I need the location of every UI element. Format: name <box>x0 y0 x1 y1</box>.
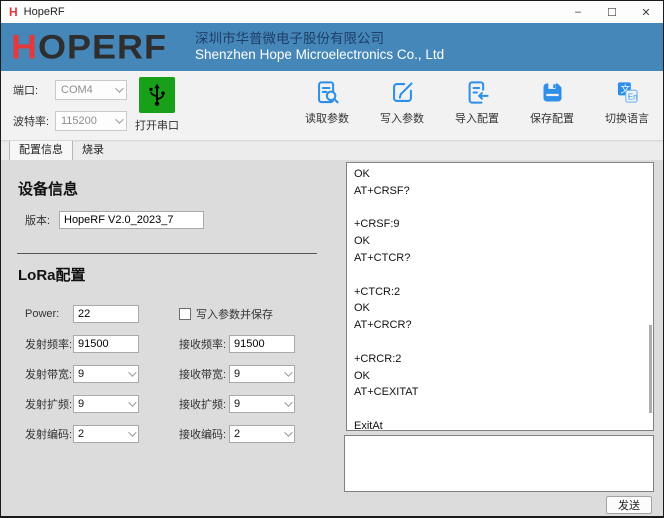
checkbox-icon[interactable] <box>179 308 191 320</box>
write-params-icon <box>372 78 432 106</box>
baud-select-value: 115200 <box>61 115 97 127</box>
spread-row: 发射扩频: 9 接收扩频: 9 <box>25 395 339 413</box>
write-and-save-label: 写入参数并保存 <box>196 306 273 322</box>
chevron-down-icon <box>284 398 292 406</box>
toolbar-actions: 读取参数 写入参数 <box>297 78 657 126</box>
rx-coding-label: 接收编码: <box>179 426 229 442</box>
chevron-down-icon <box>284 368 292 376</box>
at-command-log[interactable]: OK AT+CRSF? +CRSF:9 OK AT+CTCR? +CTCR:2 … <box>346 162 654 431</box>
tx-bandwidth-select[interactable]: 9 <box>73 365 139 383</box>
close-button[interactable]: ✕ <box>629 1 663 23</box>
rx-bandwidth-select[interactable]: 9 <box>229 365 295 383</box>
brand-header: HOPERF 深圳市华普微电子股份有限公司 Shenzhen Hope Micr… <box>1 23 663 71</box>
import-config-label: 导入配置 <box>447 110 507 126</box>
read-params-button[interactable]: 读取参数 <box>297 78 357 126</box>
save-config-label: 保存配置 <box>522 110 582 126</box>
tx-coding-value: 2 <box>78 428 84 440</box>
tx-spread-value: 9 <box>78 398 84 410</box>
write-params-label: 写入参数 <box>372 110 432 126</box>
port-select[interactable]: COM4 <box>55 80 127 100</box>
send-button[interactable]: 发送 <box>606 496 652 514</box>
tab-burn[interactable]: 烧录 <box>73 139 113 160</box>
baud-select[interactable]: 115200 <box>55 111 127 131</box>
minimize-button[interactable]: – <box>561 1 595 23</box>
chevron-down-icon <box>128 368 136 376</box>
rx-bandwidth-label: 接收带宽: <box>179 366 229 382</box>
import-config-icon <box>447 78 507 106</box>
version-label: 版本: <box>25 212 59 228</box>
usb-icon <box>139 77 175 113</box>
maximize-button[interactable]: ☐ <box>595 1 629 23</box>
chevron-down-icon <box>115 84 123 92</box>
import-config-button[interactable]: 导入配置 <box>447 78 507 126</box>
content-area: 设备信息 版本: LoRa配置 Power: 写入参数并保存 发射频率: <box>1 160 663 517</box>
tx-spread-label: 发射扩频: <box>25 396 73 412</box>
read-params-icon <box>297 78 357 106</box>
switch-language-button[interactable]: 文 En 切换语言 <box>597 78 657 126</box>
log-scrollbar[interactable] <box>649 325 652 413</box>
serial-settings-group: 端口: COM4 波特率: 115200 <box>13 80 127 142</box>
device-info-heading: 设备信息 <box>18 178 339 199</box>
rx-coding-value: 2 <box>234 428 240 440</box>
title-bar: H HopeRF – ☐ ✕ <box>1 1 663 23</box>
rx-bandwidth-value: 9 <box>234 368 240 380</box>
power-row: Power: 写入参数并保存 <box>25 305 339 323</box>
window-title: HopeRF <box>24 6 561 18</box>
bandwidth-row: 发射带宽: 9 接收带宽: 9 <box>25 365 339 383</box>
logo-letters-operf: OPERF <box>38 27 167 66</box>
chevron-down-icon <box>128 398 136 406</box>
section-divider <box>17 253 317 254</box>
power-label: Power: <box>25 308 73 320</box>
tab-bar: 配置信息 烧录 <box>1 141 663 160</box>
baud-label: 波特率: <box>13 113 55 129</box>
tx-bandwidth-label: 发射带宽: <box>25 366 73 382</box>
coding-row: 发射编码: 2 接收编码: 2 <box>25 425 339 443</box>
port-label: 端口: <box>13 82 55 98</box>
company-name-en: Shenzhen Hope Microelectronics Co., Ltd <box>195 47 444 63</box>
frequency-row: 发射频率: 接收频率: <box>25 335 339 353</box>
save-config-button[interactable]: 保存配置 <box>522 78 582 126</box>
rx-spread-value: 9 <box>234 398 240 410</box>
chevron-down-icon <box>284 428 292 436</box>
port-select-value: COM4 <box>61 84 93 96</box>
tx-coding-select[interactable]: 2 <box>73 425 139 443</box>
tx-coding-label: 发射编码: <box>25 426 73 442</box>
lora-config-heading: LoRa配置 <box>18 264 339 285</box>
tx-frequency-input[interactable] <box>73 335 139 353</box>
company-name-cn: 深圳市华普微电子股份有限公司 <box>195 31 444 47</box>
company-name-block: 深圳市华普微电子股份有限公司 Shenzhen Hope Microelectr… <box>195 31 444 63</box>
version-row: 版本: <box>25 211 339 229</box>
power-input[interactable] <box>73 305 139 323</box>
read-params-label: 读取参数 <box>297 110 357 126</box>
app-logo-icon: H <box>9 5 18 19</box>
save-config-icon <box>522 78 582 106</box>
rx-spread-label: 接收扩频: <box>179 396 229 412</box>
switch-language-label: 切换语言 <box>597 110 657 126</box>
send-input[interactable] <box>344 435 654 492</box>
chevron-down-icon <box>115 115 123 123</box>
tx-bandwidth-value: 9 <box>78 368 84 380</box>
config-panel: 设备信息 版本: LoRa配置 Power: 写入参数并保存 发射频率: <box>1 160 339 517</box>
open-serial-label: 打开串口 <box>129 117 185 133</box>
app-window: H HopeRF – ☐ ✕ HOPERF 深圳市华普微电子股份有限公司 She… <box>0 0 664 518</box>
switch-language-icon: 文 En <box>597 78 657 106</box>
tx-frequency-label: 发射频率: <box>25 336 73 352</box>
rx-coding-select[interactable]: 2 <box>229 425 295 443</box>
logo-letter-h: H <box>11 27 38 66</box>
rx-spread-select[interactable]: 9 <box>229 395 295 413</box>
hoperf-logo: HOPERF <box>11 30 167 64</box>
rx-frequency-label: 接收频率: <box>179 336 229 352</box>
console-panel: OK AT+CRSF? +CRSF:9 OK AT+CTCR? +CTCR:2 … <box>339 160 663 517</box>
tx-spread-select[interactable]: 9 <box>73 395 139 413</box>
write-params-button[interactable]: 写入参数 <box>372 78 432 126</box>
write-and-save-checkbox-group[interactable]: 写入参数并保存 <box>179 306 273 322</box>
chevron-down-icon <box>128 428 136 436</box>
toolbar: 端口: COM4 波特率: 115200 <box>1 71 663 141</box>
svg-text:En: En <box>627 92 637 101</box>
rx-frequency-input[interactable] <box>229 335 295 353</box>
open-serial-button[interactable]: 打开串口 <box>129 77 185 133</box>
version-input[interactable] <box>59 211 204 229</box>
